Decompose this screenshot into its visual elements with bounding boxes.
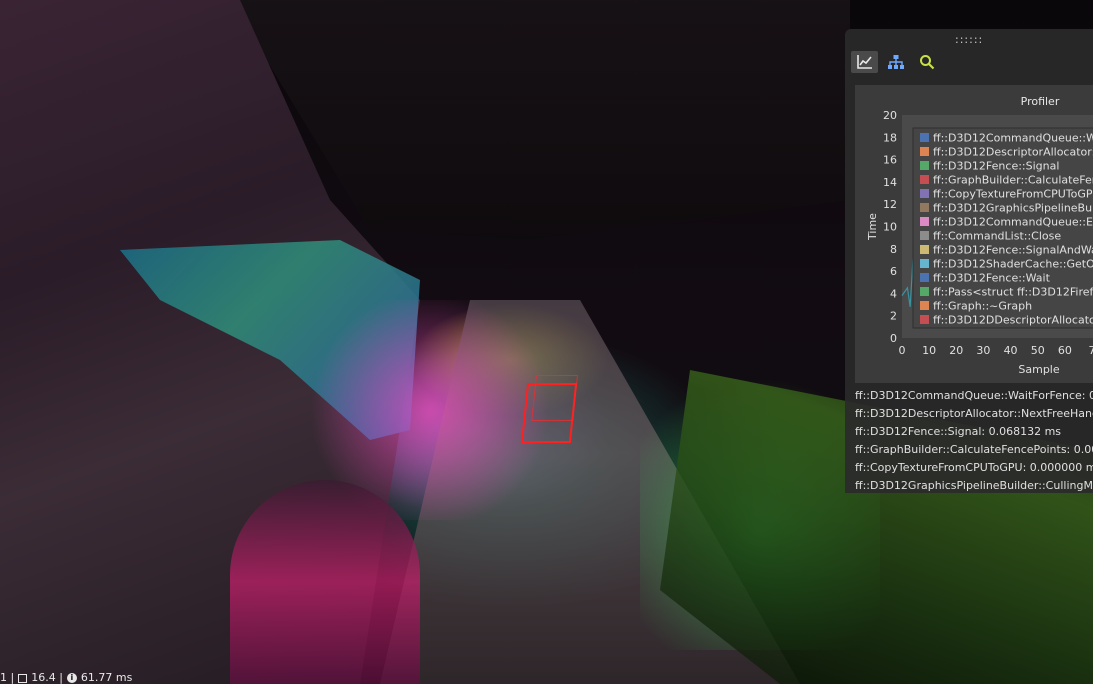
y-axis-label: Time: [866, 213, 879, 241]
y-tick-label: 10: [883, 221, 897, 234]
frame-icon: [18, 673, 28, 683]
log-line: ff::GraphBuilder::CalculateFencePoints: …: [855, 443, 1093, 456]
log-line: ff::D3D12DescriptorAllocator::NextFreeHa…: [855, 407, 1093, 420]
profiler-tabs: [851, 51, 940, 73]
x-tick-label: 50: [1031, 344, 1045, 357]
y-tick-label: 18: [883, 131, 897, 144]
legend-entry: ff::D3D12Fence::Wait: [933, 272, 1051, 285]
y-tick-label: 4: [890, 287, 897, 300]
y-tick-label: 2: [890, 310, 897, 323]
legend-swatch: [920, 259, 929, 268]
selection-bounding-box[interactable]: [520, 383, 578, 443]
legend-swatch: [920, 315, 929, 324]
hierarchy-icon: [887, 55, 904, 69]
legend-entry: ff::Pass<struct ff::D3D12Firefly: [933, 286, 1093, 299]
y-tick-label: 14: [883, 176, 897, 189]
foreground-arch: [230, 480, 420, 684]
x-tick-label: 10: [922, 344, 936, 357]
x-tick-label: 60: [1058, 344, 1072, 357]
legend-swatch: [920, 231, 929, 240]
x-tick-label: 30: [976, 344, 990, 357]
legend-swatch: [920, 147, 929, 156]
legend-entry: ff::D3D12ShaderCache::GetOr: [933, 258, 1093, 271]
legend-swatch: [920, 273, 929, 282]
legend-entry: ff::GraphBuilder::CalculateFen: [933, 174, 1093, 187]
legend-swatch: [920, 175, 929, 184]
y-tick-label: 8: [890, 243, 897, 256]
legend-swatch: [920, 133, 929, 142]
status-left-value: 1 |: [0, 671, 15, 684]
profiler-chart: 201816141210864200 10 20 30 40 50 60 7TimeSampl…: [866, 109, 1093, 376]
x-tick-label: 40: [1004, 344, 1018, 357]
legend-swatch: [920, 301, 929, 310]
y-tick-label: 20: [883, 109, 897, 122]
profiler-log: ff::D3D12CommandQueue::WaitForFence: 0. …: [855, 387, 1093, 493]
y-tick-label: 12: [883, 198, 897, 211]
legend-entry: ff::D3D12CommandQueue::Ex: [933, 216, 1093, 229]
search-icon: [919, 55, 934, 70]
log-line: ff::D3D12CommandQueue::WaitForFence: 0.: [855, 389, 1093, 402]
y-tick-label: 0: [890, 332, 897, 345]
x-tick-label: 7: [1089, 344, 1093, 357]
legend-entry: ff::D3D12DescriptorAllocator::: [933, 146, 1093, 159]
y-tick-label: 16: [883, 154, 897, 167]
legend-swatch: [920, 203, 929, 212]
x-tick-label: 20: [949, 344, 963, 357]
legend-entry: ff::CopyTextureFromCPUToGP: [933, 188, 1093, 201]
y-tick-label: 6: [890, 265, 897, 278]
legend-entry: ff::D3D12GraphicsPipelineBuil: [933, 202, 1093, 215]
status-resolution: 16.4 |: [31, 671, 63, 684]
x-axis-label: Sample: [1018, 363, 1059, 376]
chart-icon: [856, 55, 872, 69]
log-line: ff::D3D12GraphicsPipelineBuilder::Cullin…: [855, 479, 1093, 492]
legend-entry: ff::D3D12DDescriptorAllocator: [933, 314, 1093, 327]
legend-entry: ff::D3D12Fence::Signal: [933, 160, 1059, 173]
legend-entry: ff::D3D12Fence::SignalAndWai: [933, 244, 1093, 257]
status-frame-time: 61.77 ms: [80, 671, 133, 684]
tab-chart[interactable]: [851, 51, 878, 73]
profiler-plot[interactable]: Profiler 20 18 16 14 12 10 8 6 4 2 0 0 10 20 30 40 50 60 7…: [855, 85, 1093, 383]
legend-entry: ff::Graph::~Graph: [933, 300, 1032, 313]
window-drag-handle[interactable]: ::::::: [845, 29, 1093, 51]
legend-swatch: [920, 287, 929, 296]
legend-entry: ff::CommandList::Close: [933, 230, 1061, 243]
legend-swatch: [920, 217, 929, 226]
status-bar: 1 | 16.4 | i 61.77 ms: [0, 672, 132, 684]
profiler-window[interactable]: :::::: Profiler 20 18 16 14 12 10 8 6 4 …: [845, 29, 1093, 493]
info-icon: i: [66, 673, 77, 683]
log-line: ff::CopyTextureFromCPUToGPU: 0.000000 m: [855, 461, 1093, 474]
legend-swatch: [920, 161, 929, 170]
log-line: ff::D3D12Fence::Signal: 0.068132 ms: [855, 425, 1062, 438]
tab-hierarchy[interactable]: [882, 51, 909, 73]
legend-swatch: [920, 245, 929, 254]
x-tick-label: 0: [899, 344, 906, 357]
legend-entry: ff::D3D12CommandQueue::Wa: [933, 132, 1093, 145]
tab-search[interactable]: [913, 51, 940, 73]
legend-swatch: [920, 189, 929, 198]
